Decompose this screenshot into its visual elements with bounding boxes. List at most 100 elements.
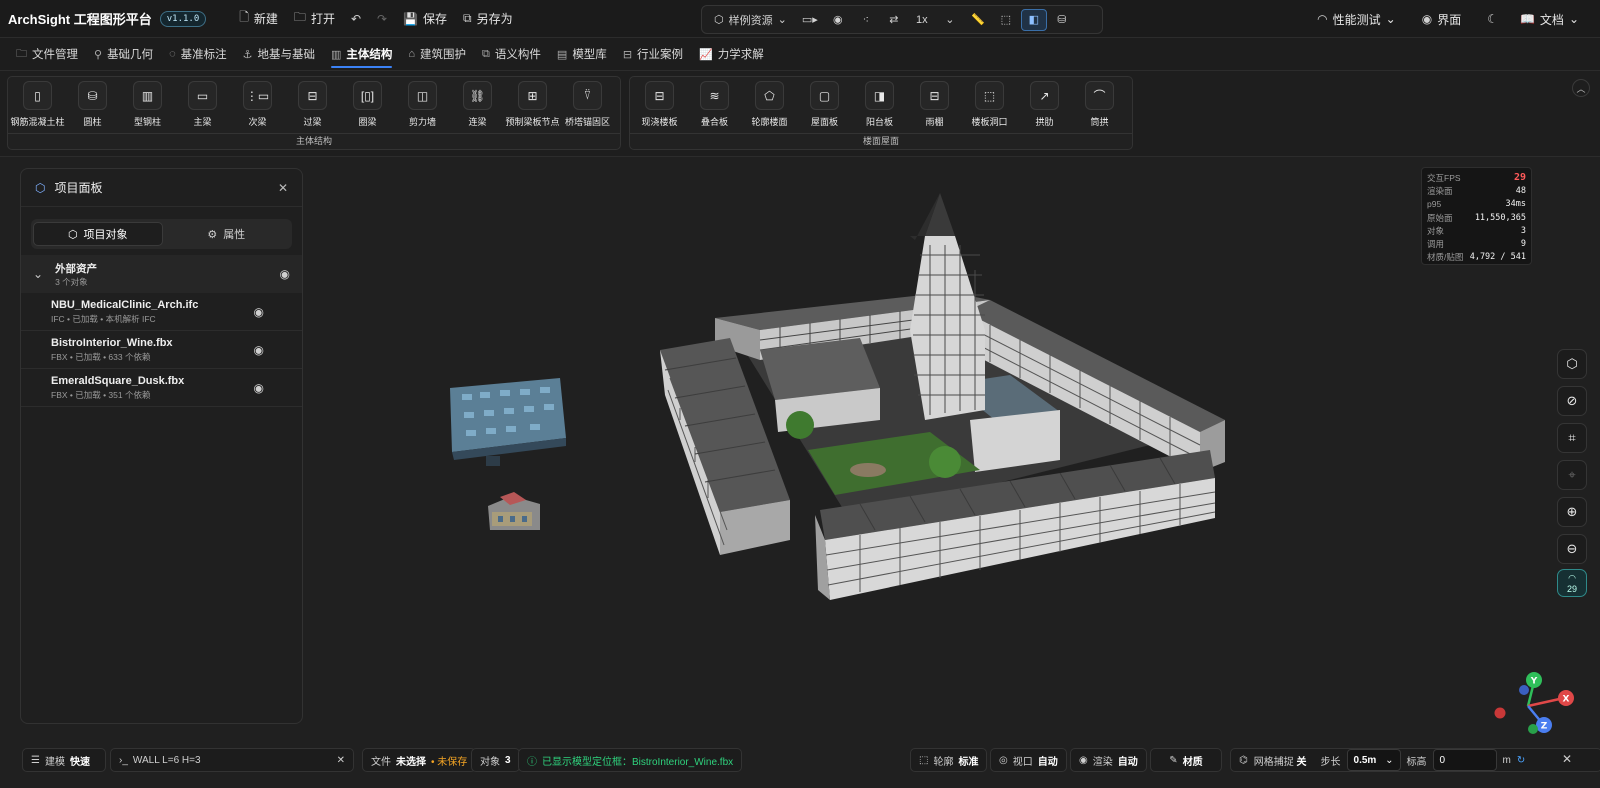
asset-name: NBU_MedicalClinic_Arch.ifc (51, 298, 199, 311)
ribbon-button-0-2[interactable]: ▥ 型钢柱 (120, 77, 175, 133)
ribbon-button-1-0[interactable]: ⊟ 现浇楼板 (632, 77, 687, 133)
ribbon-button-0-10[interactable]: ⍢ 桥塔锚固区 (560, 77, 615, 133)
tab-8[interactable]: ⊟ 行业案例 (615, 38, 691, 71)
stat-label: 交互FPS (1427, 172, 1461, 183)
save-as-button[interactable]: ⧉ 另存为 (456, 6, 520, 32)
ribbon-button-1-2[interactable]: ⬠ 轮廓楼面 (742, 77, 797, 133)
tab-1[interactable]: ⚲ 基础几何 (86, 38, 161, 71)
speed-dropdown[interactable]: ⌄ (937, 9, 963, 31)
ribbon-button-0-9[interactable]: ⊞ 预制梁板节点 (505, 77, 560, 133)
tab-3[interactable]: ⚓ 地基与基础 (235, 38, 323, 71)
ribbon-button-1-6[interactable]: ⬚ 楼板洞口 (962, 77, 1017, 133)
measure-button[interactable]: 📏 (965, 9, 991, 31)
tab-0[interactable]: 🗀 文件管理 (8, 38, 86, 71)
stat-value: 11,550,365 (1474, 212, 1526, 223)
axis-neg-z-handle[interactable] (1519, 685, 1529, 695)
axis-neg-y-handle[interactable] (1528, 724, 1538, 734)
record-video-button[interactable]: ▭▸ (797, 9, 823, 31)
outline-icon: ⬚ (919, 754, 929, 766)
ribbon-button-0-5[interactable]: ⊟ 过梁 (285, 77, 340, 133)
asset-visibility-toggle[interactable]: ◉ (254, 381, 264, 395)
collapse-ribbon-button[interactable]: ︿ (1572, 79, 1590, 97)
material-button[interactable]: ✎ 材质 (1150, 748, 1222, 772)
sample-assets-dropdown[interactable]: ⬡ 样例资源 ⌄ (706, 9, 795, 31)
tab-5[interactable]: ⌂ 建筑围护 (400, 38, 474, 71)
perf-test-button[interactable]: ◠ 性能测试 ⌄ (1310, 6, 1403, 32)
close-statusbar-button[interactable]: ✕ (1562, 752, 1572, 766)
ribbon-button-label: 主梁 (193, 117, 212, 127)
tab-2[interactable]: ◌ 基准标注 (161, 38, 235, 71)
ribbon-button-1-4[interactable]: ◨ 阳台板 (852, 77, 907, 133)
ribbon-button-1-3[interactable]: ▢ 屋面板 (797, 77, 852, 133)
ribbon-button-0-6[interactable]: [▯] 圈梁 (340, 77, 395, 133)
stat-value: 9 (1520, 239, 1526, 250)
tab-properties[interactable]: ⚙ 属性 (163, 222, 291, 246)
locate-button[interactable]: ⌖ (1557, 460, 1587, 490)
reset-elevation-button[interactable]: ↻ (1517, 755, 1525, 766)
viewport-mode[interactable]: ◎ 视口 自动 (990, 748, 1067, 772)
asset-item[interactable]: NBU_MedicalClinic_Arch.ifc IFC • 已加载 • 本机… (21, 293, 302, 331)
tab-project-objects[interactable]: ⬡ 项目对象 (33, 222, 163, 246)
step-select[interactable]: 0.5m ⌄ (1346, 749, 1401, 771)
asset-item[interactable]: EmeraldSquare_Dusk.fbx FBX • 已加载 • 351 个依… (21, 369, 302, 407)
ribbon-button-0-4[interactable]: ⋮▭ 次梁 (230, 77, 285, 133)
compass-button[interactable]: ⊘ (1557, 386, 1587, 416)
grid-snap-toggle[interactable]: 网格捕捉 关 (1254, 753, 1307, 768)
focus-button[interactable]: ⌗ (1557, 423, 1587, 453)
asset-visibility-toggle[interactable]: ◉ (254, 343, 264, 357)
panel-toggle-button[interactable]: ◧ (1020, 8, 1047, 31)
outline-mode[interactable]: ⬚ 轮廓 标准 (910, 748, 988, 772)
asset-item[interactable]: BistroInterior_Wine.fbx FBX • 已加载 • 633 个… (21, 331, 302, 369)
undo-button[interactable]: ↶ (344, 6, 368, 32)
speed-value[interactable]: 1x (909, 9, 935, 31)
ribbon-button-1-8[interactable]: ⌒ 筒拱 (1072, 77, 1127, 133)
ribbon-button-0-0[interactable]: ▯ 钢筋混凝土柱 (10, 77, 65, 133)
redo-button[interactable]: ↷ (370, 6, 394, 32)
ribbon-button-0-7[interactable]: ◫ 剪力墙 (395, 77, 450, 133)
stat-value: 48 (1515, 185, 1526, 196)
tab-7[interactable]: ▤ 模型库 (549, 38, 615, 71)
command-input[interactable]: WALL L=6 H=3 (133, 755, 332, 766)
walk-button[interactable]: ⁖ (853, 9, 879, 31)
group-visibility-toggle[interactable]: ◉ (280, 267, 290, 281)
open-button[interactable]: 🗀 打开 (287, 6, 342, 32)
docs-button[interactable]: 📖 文档 ⌄ (1513, 6, 1586, 32)
ribbon-button-1-5[interactable]: ⊟ 雨棚 (907, 77, 962, 133)
ribbon-button-label: 屋面板 (810, 117, 838, 127)
render-mode[interactable]: ◉ 渲染 自动 (1070, 748, 1147, 772)
tab-6[interactable]: ⧉ 语义构件 (474, 38, 549, 71)
fps-badge-button[interactable]: ◠ 29 (1557, 569, 1587, 597)
database-button[interactable]: ⛁ (1049, 9, 1075, 31)
ribbon-button-1-7[interactable]: ↗ 拱肋 (1017, 77, 1072, 133)
zoom-in-button[interactable]: ⊕ (1557, 497, 1587, 527)
screenshot-button[interactable]: ◉ (825, 9, 851, 31)
zoom-out-button[interactable]: ⊖ (1557, 534, 1587, 564)
ui-button[interactable]: ◉ 界面 (1415, 6, 1469, 32)
ribbon-button-0-8[interactable]: ⛓ 连梁 (450, 77, 505, 133)
tab-label: 文件管理 (32, 49, 78, 61)
ribbon-button-1-1[interactable]: ≋ 叠合板 (687, 77, 742, 133)
asset-visibility-toggle[interactable]: ◉ (254, 305, 264, 319)
mode-selector[interactable]: ☰ 建模 快速 (22, 748, 106, 772)
save-button[interactable]: 💾 保存 (396, 6, 454, 32)
category-tabs: 🗀 文件管理 ⚲ 基础几何 ◌ 基准标注 ⚓ 地基与基础 ▥ 主体结构 ⌂ 建筑围护 ⧉ 语义构件 ▤ 模型库… (0, 38, 1600, 71)
tab-9[interactable]: 📈 力学求解 (691, 38, 772, 71)
ribbon-button-0-1[interactable]: ⛁ 圆柱 (65, 77, 120, 133)
select-box-button[interactable]: ⬚ (993, 9, 1019, 31)
theme-toggle-button[interactable]: ☾ (1480, 6, 1505, 32)
tab-4[interactable]: ▥ 主体结构 (323, 38, 400, 71)
new-button[interactable]: 🗋 新建 (232, 6, 285, 32)
clear-command-button[interactable]: ✕ (337, 755, 345, 766)
view-cube-button[interactable]: ⬡ (1557, 349, 1587, 379)
ribbon-button-0-3[interactable]: ▭ 主梁 (175, 77, 230, 133)
asset-group-row[interactable]: ⌄ 外部资产 3 个对象 ◉ (21, 255, 302, 293)
stat-row: 调用 9 (1427, 237, 1526, 250)
axis-gizmo[interactable]: Y X Z (1488, 672, 1578, 734)
elevation-input[interactable]: 0 (1432, 749, 1497, 771)
tab-icon: ⚲ (94, 48, 103, 61)
chevron-down-icon[interactable]: ⌄ (33, 267, 43, 281)
ribbon-button-label: 楼板洞口 (971, 117, 1008, 127)
route-button[interactable]: ⇄ (881, 9, 907, 31)
close-panel-button[interactable]: ✕ (278, 181, 288, 195)
axis-neg-x-handle[interactable] (1494, 707, 1506, 719)
